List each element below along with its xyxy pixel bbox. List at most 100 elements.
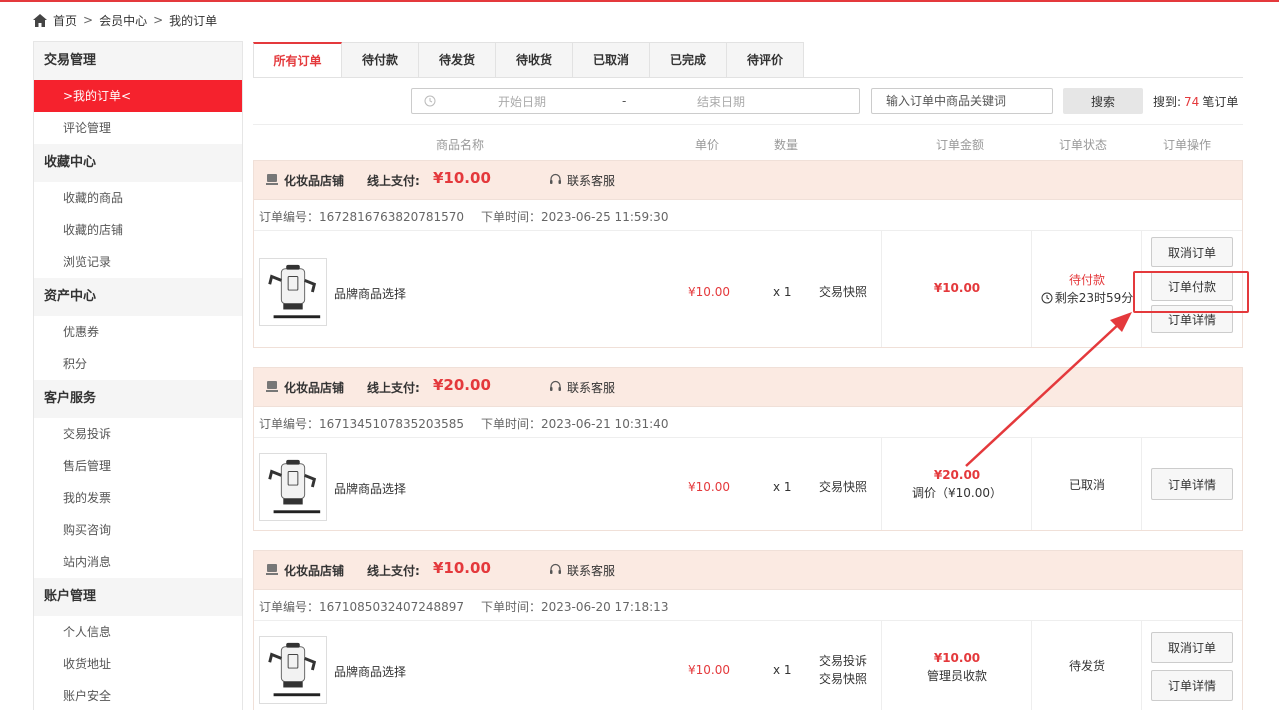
breadcrumb-member-center[interactable]: 会员中心 [99, 12, 147, 29]
order-body: 品牌商品选择 ¥10.00 x 1 交易快照 ¥20.00 调价（¥10.00）… [254, 438, 1242, 530]
contact-service-link[interactable]: 联系客服 [567, 379, 615, 396]
order-header: 化妆品店铺 线上支付: ¥10.00 联系客服 [254, 551, 1242, 589]
tab-all-orders[interactable]: 所有订单 [253, 42, 342, 78]
product-thumbnail[interactable] [259, 453, 327, 521]
end-date-placeholder[interactable]: 结束日期 [697, 93, 745, 110]
remaining-time-text: 剩余23时59分 [1054, 291, 1134, 305]
order-total: ¥10.00 [882, 279, 1032, 297]
header-status: 订单状态 [1059, 138, 1108, 152]
sidebar-item-security[interactable]: 账户安全 [34, 680, 242, 710]
sidebar-item-points[interactable]: 积分 [34, 348, 242, 380]
quantity: x 1 [773, 285, 792, 299]
order-meta: 订单编号：1671345107835203585 下单时间：2023-06-21… [254, 406, 1242, 438]
order-header: 化妆品店铺 线上支付: ¥20.00 联系客服 [254, 368, 1242, 406]
result-suffix: 笔订单 [1202, 95, 1239, 109]
top-accent-line [0, 0, 1279, 2]
home-icon [33, 13, 47, 27]
robot-image [268, 264, 321, 319]
sidebar-item-reviews[interactable]: 评论管理 [34, 112, 242, 144]
product-name[interactable]: 品牌商品选择 [334, 480, 406, 497]
pay-amount: ¥10.00 [433, 559, 491, 577]
header-product: 商品名称 [436, 138, 485, 152]
trade-snapshot-link[interactable]: 交易快照 [819, 283, 867, 301]
robot-image [268, 642, 321, 697]
order-table-header: 商品名称 单价 数量 订单金额 订单状态 订单操作 [253, 124, 1243, 160]
order-meta: 订单编号：1672816763820781570 下单时间：2023-06-25… [254, 199, 1242, 231]
date-range-picker[interactable]: 开始日期 - 结束日期 [411, 88, 860, 114]
sidebar-item-complaints[interactable]: 交易投诉 [34, 418, 242, 450]
contact-service-link[interactable]: 联系客服 [567, 562, 615, 579]
order-links: 交易投诉 交易快照 [819, 652, 867, 688]
sidebar-item-after-sales[interactable]: 售后管理 [34, 450, 242, 482]
pay-label: 线上支付: [367, 381, 420, 395]
trade-snapshot-link[interactable]: 交易快照 [819, 478, 867, 496]
tab-pending-receipt[interactable]: 待收货 [496, 42, 573, 78]
sidebar-item-inquiries[interactable]: 购买咨询 [34, 514, 242, 546]
headset-icon [550, 563, 561, 574]
order-tabs: 所有订单 待付款 待发货 待收货 已取消 已完成 待评价 [253, 42, 804, 78]
unit-price: ¥10.00 [688, 480, 730, 494]
order-meta: 订单编号：1671085032407248897 下单时间：2023-06-20… [254, 589, 1242, 621]
sidebar: 交易管理 >我的订单< 评论管理 收藏中心 收藏的商品 收藏的店铺 浏览记录 资… [33, 41, 243, 710]
order-actions: 取消订单 订单付款 订单详情 [1142, 237, 1242, 333]
payment-note: 管理员收款 [926, 669, 987, 683]
pay-amount: ¥10.00 [433, 169, 491, 187]
sidebar-item-fav-products[interactable]: 收藏的商品 [34, 182, 242, 214]
order-card: 化妆品店铺 线上支付: ¥20.00 联系客服 订单编号：16713451078… [253, 367, 1243, 531]
order-detail-button[interactable]: 订单详情 [1151, 670, 1233, 701]
shop-name[interactable]: 化妆品店铺 [284, 379, 344, 396]
tab-pending-shipment[interactable]: 待发货 [419, 42, 496, 78]
sidebar-item-history[interactable]: 浏览记录 [34, 246, 242, 278]
shop-icon [266, 564, 278, 575]
sidebar-group-service: 客户服务 [34, 380, 242, 418]
order-status: 已取消 [1032, 476, 1142, 494]
order-number: 订单编号：1671345107835203585 [259, 417, 465, 431]
sidebar-item-coupons[interactable]: 优惠券 [34, 316, 242, 348]
sidebar-item-my-orders[interactable]: >我的订单< [34, 80, 242, 112]
sidebar-item-address[interactable]: 收货地址 [34, 648, 242, 680]
breadcrumb-home[interactable]: 首页 [53, 12, 77, 29]
sidebar-group-assets: 资产中心 [34, 278, 242, 316]
status-label: 待付款 [1068, 273, 1105, 287]
breadcrumb-current: 我的订单 [169, 13, 218, 28]
contact-service-link[interactable]: 联系客服 [567, 172, 615, 189]
order-number: 订单编号：1671085032407248897 [259, 600, 465, 614]
product-name[interactable]: 品牌商品选择 [334, 663, 406, 680]
tabs-divider [253, 77, 1243, 78]
search-button[interactable]: 搜索 [1063, 88, 1143, 114]
trade-complaint-link[interactable]: 交易投诉 [819, 652, 867, 670]
breadcrumb-separator: > [153, 13, 164, 27]
order-detail-button[interactable]: 订单详情 [1151, 468, 1233, 500]
order-detail-button[interactable]: 订单详情 [1151, 305, 1233, 333]
order-time: 下单时间：2023-06-25 11:59:30 [481, 210, 669, 224]
sidebar-item-messages[interactable]: 站内消息 [34, 546, 242, 578]
keyword-search-input[interactable] [871, 88, 1053, 114]
result-prefix: 搜到: [1153, 95, 1182, 109]
timer-icon [1041, 292, 1053, 304]
date-range-separator: - [622, 94, 627, 108]
shop-icon [266, 174, 278, 185]
sidebar-item-invoices[interactable]: 我的发票 [34, 482, 242, 514]
tab-pending-payment[interactable]: 待付款 [342, 42, 419, 78]
trade-snapshot-link[interactable]: 交易快照 [819, 670, 867, 688]
product-name[interactable]: 品牌商品选择 [334, 285, 406, 302]
shop-name[interactable]: 化妆品店铺 [284, 172, 344, 189]
sidebar-group-trade: 交易管理 [34, 42, 242, 80]
sidebar-item-profile[interactable]: 个人信息 [34, 616, 242, 648]
shop-name[interactable]: 化妆品店铺 [284, 562, 344, 579]
product-thumbnail[interactable] [259, 258, 327, 326]
breadcrumb-separator: > [83, 13, 94, 27]
start-date-placeholder[interactable]: 开始日期 [498, 93, 546, 110]
sidebar-item-fav-shops[interactable]: 收藏的店铺 [34, 214, 242, 246]
pay-order-button[interactable]: 订单付款 [1151, 271, 1233, 301]
tab-completed[interactable]: 已完成 [650, 42, 727, 78]
cancel-order-button[interactable]: 取消订单 [1151, 237, 1233, 267]
order-header: 化妆品店铺 线上支付: ¥10.00 联系客服 [254, 161, 1242, 199]
product-thumbnail[interactable] [259, 636, 327, 704]
quantity: x 1 [773, 480, 792, 494]
tab-cancelled[interactable]: 已取消 [573, 42, 650, 78]
cancel-order-button[interactable]: 取消订单 [1151, 632, 1233, 663]
pay-amount: ¥20.00 [433, 376, 491, 394]
order-time: 下单时间：2023-06-21 10:31:40 [481, 417, 669, 431]
tab-pending-review[interactable]: 待评价 [727, 42, 804, 78]
